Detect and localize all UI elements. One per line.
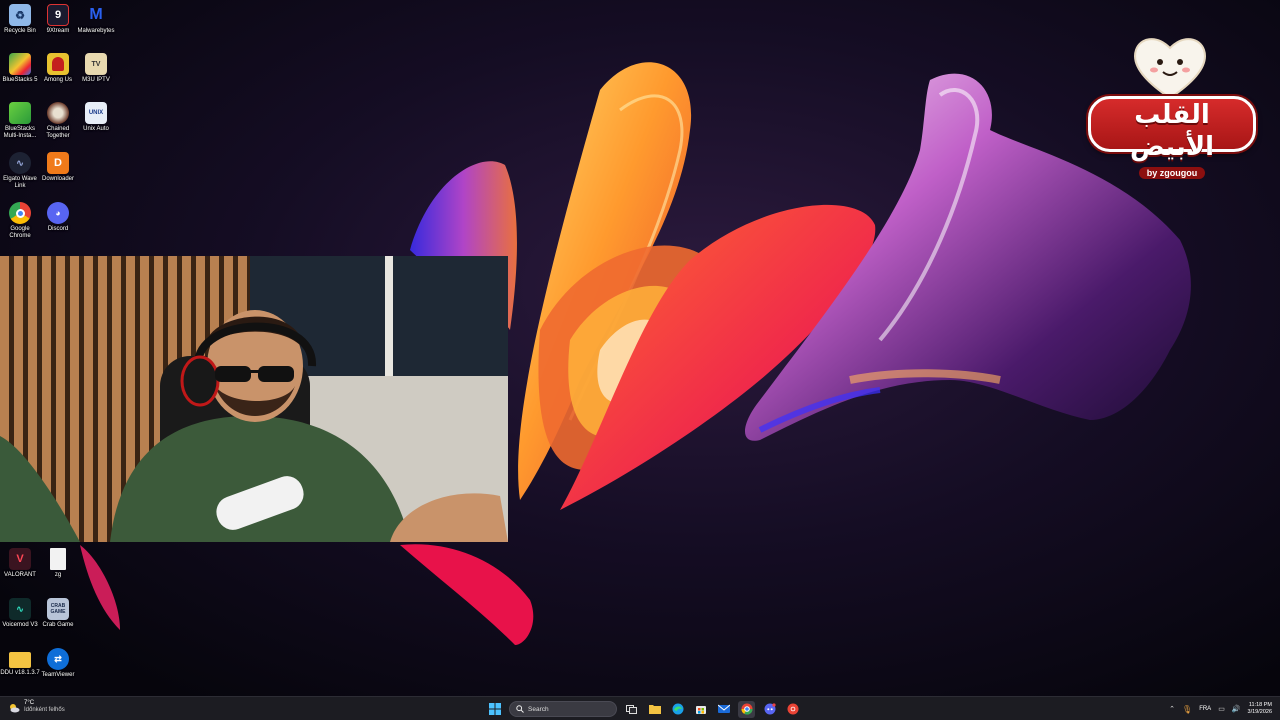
chevron-up-icon[interactable]: ⌃ [1169,705,1175,713]
among-us-icon [47,53,69,75]
desktop-icon-9xtream[interactable]: 9 9Xtream [38,4,78,35]
edge-icon [672,703,683,715]
chrome-icon [9,202,31,224]
channel-logo: القلب الأبيض by zgougou [1086,30,1258,179]
recycle-bin-icon: ♻ [9,4,31,26]
weather-temperature: 7°C [24,700,35,706]
logo-banner: القلب الأبيض by zgougou [1088,96,1256,179]
webcam-feed [0,256,508,542]
voicemod-icon: ∿ [9,598,31,620]
taskbar-center: Search [486,700,801,718]
search-placeholder: Search [528,705,549,713]
discord-taskbar-button[interactable] [761,701,778,718]
windows-icon [488,703,501,715]
clock-date: 3/19/2026 [1247,709,1272,715]
desktop-icon-among-us[interactable]: Among Us [38,53,78,84]
bluestacks-icon [9,53,31,75]
taskbar-search-box[interactable]: Search [509,701,617,717]
desktop-icon-recycle-bin[interactable]: ♻ Recycle Bin [0,4,40,35]
weather-condition: Időnként felhős [24,707,65,713]
webcam-overlay [0,256,508,542]
malwarebytes-icon: M [89,6,103,23]
desktop-icon-elgato-wave[interactable]: ∿ Elgato Wave Link [0,152,40,190]
chrome-icon [740,703,753,715]
microphone-icon[interactable]: 🎙 [1182,705,1192,714]
file-icon [50,548,66,570]
start-button[interactable] [486,701,503,718]
chained-together-icon [47,102,69,124]
desktop-icon-downloader[interactable]: D Downloader [38,152,78,183]
desktop-icon-google-chrome[interactable]: Google Chrome [0,202,40,240]
store-button[interactable] [692,701,709,718]
edge-button[interactable] [669,701,686,718]
mail-button[interactable] [715,701,732,718]
logo-byline: by zgougou [1138,167,1206,179]
desktop-icon-zg[interactable]: zg [38,548,78,579]
heart-mascot-icon [1134,38,1206,100]
teamviewer-icon: ⇄ [47,648,69,670]
elgato-wave-icon: ∿ [9,152,31,174]
m3u-iptv-icon: TV [85,53,107,75]
taskbar: 7°C Időnként felhős Search ⌃ 🎙 FRA ▭ 🔊 1… [0,696,1280,720]
chrome-alt-icon [787,703,798,715]
weather-widget[interactable]: 7°C Időnként felhős [8,700,65,714]
network-icon[interactable]: ▭ [1218,705,1225,713]
desktop-icon-voicemod[interactable]: ∿ Voicemod V3 [0,598,40,629]
desktop-icon-malwarebytes[interactable]: M Malwarebytes [76,4,116,35]
desktop-icon-ddu[interactable]: DDU v18.1.3.7 [0,648,40,677]
unix-auto-icon: UNIX [85,102,107,124]
desktop-icon-discord[interactable]: ◕ Discord [38,202,78,233]
task-view-icon [626,704,637,714]
9xtream-icon: 9 [47,4,69,26]
desktop-icon-unix-auto[interactable]: UNIX Unix Auto [76,102,116,133]
desktop-icon-crab-game[interactable]: CRAB GAME Crab Game [38,598,78,629]
desktop-icon-chained-together[interactable]: Chained Together [38,102,78,140]
desktop-icon-valorant[interactable]: V VALORANT [0,548,40,579]
crab-game-icon: CRAB GAME [47,598,69,620]
logo-title: القلب الأبيض [1129,100,1215,162]
partly-cloudy-icon [8,701,20,713]
clock-time: 11:18 PM [1248,702,1272,708]
chrome-alt-button[interactable] [784,701,801,718]
mail-icon [717,704,730,713]
folder-icon [648,705,661,714]
desktop-icon-m3u-iptv[interactable]: TV M3U IPTV [76,53,116,84]
discord-icon: ◕ [47,202,69,224]
folder-icon [9,652,31,668]
valorant-icon: V [9,548,31,570]
task-view-button[interactable] [623,701,640,718]
file-explorer-button[interactable] [646,701,663,718]
store-icon [695,706,706,714]
volume-icon[interactable]: 🔊 [1232,705,1241,713]
system-tray: ⌃ 🎙 FRA ▭ 🔊 11:18 PM 3/19/2026 [1169,699,1272,719]
desktop-icon-bluestacks-multi[interactable]: BlueStacks Multi-Insta... [0,102,40,140]
chrome-button[interactable] [738,700,755,718]
search-icon [516,705,524,713]
desktop-icon-teamviewer[interactable]: ⇄ TeamViewer [38,648,78,679]
downloader-icon: D [47,152,69,174]
discord-icon [764,703,776,715]
bluestacks-multi-icon [9,102,31,124]
clock[interactable]: 11:18 PM 3/19/2026 [1248,702,1272,716]
language-indicator[interactable]: FRA [1199,706,1211,712]
desktop-icon-bluestacks5[interactable]: BlueStacks 5 [0,53,40,84]
